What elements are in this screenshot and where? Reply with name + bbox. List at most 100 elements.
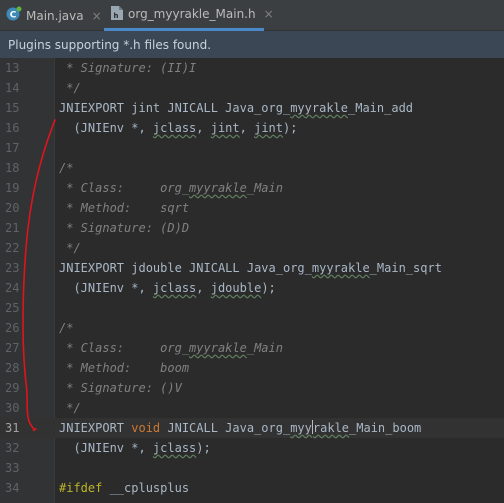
code-line[interactable]: 20 * Method: sqrt <box>0 198 504 218</box>
line-number: 27 <box>5 341 20 355</box>
code-token: (JNIEnv *, <box>59 441 153 455</box>
tab-main-java[interactable]: C Main.java × <box>6 0 102 31</box>
code-editor[interactable]: 13 * Signature: (II)I 14 */15 JNIEXPORT ji… <box>0 58 504 503</box>
code-token: jint <box>254 121 283 135</box>
line-number: 24 <box>5 281 20 295</box>
line-number: 26 <box>5 321 20 335</box>
line-number: 34 <box>5 481 20 495</box>
code-line[interactable]: 23 JNIEXPORT jdouble JNICALL Java_org_myy… <box>0 258 504 278</box>
code-text: * Signature: (II)I <box>59 58 196 78</box>
code-text: (JNIEnv *, jclass); <box>59 438 210 458</box>
code-line[interactable]: 30 */ <box>0 398 504 418</box>
code-token: JNIEXPORT <box>59 261 132 275</box>
code-token: myyrakle <box>189 181 247 195</box>
code-token: jint <box>210 121 240 135</box>
code-token: * Class: org_ <box>59 341 190 355</box>
code-token: * Method: boom <box>59 361 190 375</box>
code-line[interactable]: 31 JNIEXPORT void JNICALL Java_org_myyrak… <box>0 418 504 438</box>
code-token: jclass <box>152 441 197 455</box>
code-line[interactable]: 26 /* <box>0 318 504 338</box>
code-line[interactable]: 16 (JNIEnv *, jclass, jint, jint); <box>0 118 504 138</box>
code-text: */ <box>59 398 80 418</box>
code-line[interactable]: 17 <box>0 138 504 158</box>
code-token: * Signature: (II)I <box>59 61 197 75</box>
code-token: rakle <box>312 421 350 435</box>
close-icon[interactable]: × <box>92 9 102 23</box>
code-line[interactable]: 24 (JNIEnv *, jclass, jdouble); <box>0 278 504 298</box>
code-line[interactable]: 29 * Signature: ()V <box>0 378 504 398</box>
code-token: , <box>196 281 211 295</box>
line-number: 16 <box>5 121 20 135</box>
code-token: _Main_boom <box>349 421 422 435</box>
code-line[interactable]: 28 * Method: boom <box>0 358 504 378</box>
code-text: * Signature: (D)D <box>59 218 189 238</box>
code-text: * Class: org_myyrakle_Main <box>59 178 283 198</box>
code-text: * Method: sqrt <box>59 198 189 218</box>
code-line[interactable]: 22 */ <box>0 238 504 258</box>
code-line[interactable]: 21 * Signature: (D)D <box>0 218 504 238</box>
code-line[interactable]: 25 <box>0 298 504 318</box>
code-line[interactable]: 27 * Class: org_myyrakle_Main <box>0 338 504 358</box>
line-number: 17 <box>5 141 20 155</box>
code-token: jclass <box>152 121 197 135</box>
code-token: ); <box>261 281 276 295</box>
code-token: jclass <box>152 281 197 295</box>
banner-text: Plugins supporting *.h files found. <box>8 37 212 52</box>
code-token: _Main <box>246 181 283 195</box>
code-token: JNICALL Java_org_ <box>160 421 291 435</box>
code-token: JNIEXPORT <box>59 421 132 435</box>
code-token: , <box>196 121 211 135</box>
plugin-suggestion-banner[interactable]: Plugins supporting *.h files found. <box>0 31 504 58</box>
tab-label: org_myyrakle_Main.h <box>128 7 256 21</box>
code-token: (JNIEnv *, <box>59 121 153 135</box>
code-token: myyrakle <box>311 261 370 275</box>
code-text: #ifdef __cplusplus <box>59 478 189 498</box>
code-line[interactable]: 33 <box>0 458 504 478</box>
code-line[interactable]: 13 * Signature: (II)I <box>0 58 504 78</box>
line-number: 19 <box>5 181 20 195</box>
svg-text:C: C <box>10 11 17 21</box>
close-icon[interactable]: × <box>264 7 274 21</box>
code-token: * Signature: ()V <box>59 381 182 395</box>
tab-org-myyrakle-main-h[interactable]: h org_myyrakle_Main.h × <box>104 0 274 31</box>
code-token: jdouble <box>210 281 262 295</box>
code-line[interactable]: 15 JNIEXPORT jint JNICALL Java_org_myyrak… <box>0 98 504 118</box>
code-token: #ifdef <box>59 481 103 495</box>
code-token: jdouble <box>131 261 182 275</box>
code-line[interactable]: 14 */ <box>0 78 504 98</box>
line-number: 22 <box>5 241 20 255</box>
code-token: myyrakle <box>290 101 348 115</box>
code-token: * Signature: (D)D <box>59 221 190 235</box>
code-text: JNIEXPORT jint JNICALL Java_org_myyrakle… <box>59 98 413 118</box>
code-line[interactable]: 18 /* <box>0 158 504 178</box>
code-token: JNIEXPORT <box>59 101 132 115</box>
code-text: /* <box>59 318 73 338</box>
line-number: 28 <box>5 361 20 375</box>
code-text: */ <box>59 78 81 98</box>
line-number: 29 <box>5 381 20 395</box>
line-number: 31 <box>5 421 20 435</box>
line-number: 23 <box>5 261 20 275</box>
code-line[interactable]: 32 (JNIEnv *, jclass); <box>0 438 504 458</box>
code-text: */ <box>59 238 80 258</box>
code-token: _Main_add <box>348 101 414 115</box>
code-token: , <box>239 121 255 135</box>
code-text: JNIEXPORT void JNICALL Java_org_myyrakle… <box>59 418 421 438</box>
line-number: 25 <box>5 301 20 315</box>
code-token: /* <box>59 161 74 175</box>
code-text: * Method: boom <box>59 358 189 378</box>
header-file-icon: h <box>110 5 124 24</box>
code-line[interactable]: 19 * Class: org_myyrakle_Main <box>0 178 504 198</box>
code-token: */ <box>59 81 81 95</box>
line-number: 30 <box>5 401 20 415</box>
code-text: (JNIEnv *, jclass, jdouble); <box>59 278 276 298</box>
code-text: (JNIEnv *, jclass, jint, jint); <box>59 118 297 138</box>
code-token: jint <box>131 101 161 115</box>
code-line[interactable]: 34 #ifdef __cplusplus <box>0 478 504 498</box>
line-number: 33 <box>5 461 20 475</box>
code-text: * Signature: ()V <box>59 378 182 398</box>
code-token: * Class: org_ <box>59 181 190 195</box>
code-token: JNICALL Java_org_ <box>160 101 291 115</box>
code-text: * Class: org_myyrakle_Main <box>59 338 283 358</box>
code-token: /* <box>59 321 74 335</box>
